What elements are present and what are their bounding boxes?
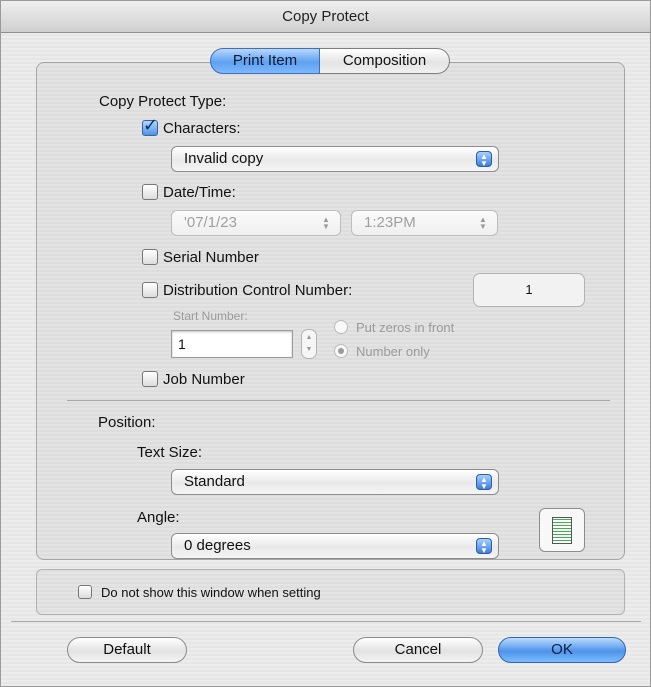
serial-number-label: Serial Number — [163, 249, 259, 266]
start-number-stepper[interactable]: ▲ ▼ — [301, 329, 317, 359]
characters-label: Characters: — [163, 120, 241, 137]
tab-print-item[interactable]: Print Item — [210, 48, 320, 74]
angle-label: Angle: — [137, 509, 180, 526]
job-number-label: Job Number — [163, 371, 245, 388]
ok-button[interactable]: OK — [498, 637, 626, 663]
put-zeros-radio[interactable] — [334, 320, 348, 334]
number-only-radio[interactable] — [334, 344, 348, 358]
copy-protect-window: Copy Protect Print Item Composition Copy… — [0, 0, 651, 687]
popup-arrows-icon: ▲ ▼ — [476, 151, 492, 168]
text-size-popup-value: Standard — [184, 473, 245, 490]
popup-arrows-icon: ▲ ▼ — [479, 215, 487, 231]
angle-popup[interactable]: 0 degrees ▲ ▼ — [171, 533, 499, 559]
copy-protect-type-heading: Copy Protect Type: — [99, 93, 227, 110]
default-button[interactable]: Default — [67, 637, 187, 663]
angle-popup-value: 0 degrees — [184, 537, 251, 554]
do-not-show-label: Do not show this window when setting — [101, 585, 321, 600]
tab-bar: Print Item Composition — [210, 48, 450, 74]
position-heading: Position: — [98, 414, 156, 431]
distribution-control-number-display: 1 — [473, 273, 585, 307]
window-title: Copy Protect — [1, 1, 650, 33]
popup-arrows-icon: ▲ ▼ — [322, 215, 330, 231]
footer-divider — [11, 621, 641, 622]
characters-checkbox[interactable]: ✓ — [142, 115, 158, 136]
do-not-show-checkbox[interactable] — [78, 585, 92, 599]
distribution-control-checkbox[interactable] — [142, 282, 158, 298]
date-time-label: Date/Time: — [163, 184, 236, 201]
job-number-checkbox[interactable] — [142, 371, 158, 387]
date-time-checkbox[interactable] — [142, 184, 158, 200]
serial-number-checkbox[interactable] — [142, 249, 158, 265]
tab-composition[interactable]: Composition — [320, 48, 450, 74]
popup-arrows-icon: ▲ ▼ — [476, 538, 492, 555]
characters-popup-value: Invalid copy — [184, 150, 264, 167]
page-preview-icon — [539, 508, 585, 552]
date-popup-value: '07/1/23 — [184, 214, 237, 231]
distribution-control-label: Distribution Control Number: — [163, 282, 353, 299]
number-only-label: Number only — [356, 344, 430, 359]
checkmark-icon: ✓ — [143, 115, 159, 135]
put-zeros-label: Put zeros in front — [356, 320, 455, 335]
text-size-label: Text Size: — [137, 444, 203, 461]
start-number-field[interactable]: 1 — [171, 330, 293, 358]
characters-popup[interactable]: Invalid copy ▲ ▼ — [171, 146, 499, 172]
date-popup[interactable]: '07/1/23 ▲ ▼ — [171, 210, 341, 236]
time-popup-value: 1:23PM — [364, 214, 416, 231]
section-divider — [67, 400, 610, 401]
text-size-popup[interactable]: Standard ▲ ▼ — [171, 469, 499, 495]
page-thumbnail — [552, 517, 572, 544]
popup-arrows-icon: ▲ ▼ — [476, 474, 492, 491]
cancel-button[interactable]: Cancel — [353, 637, 483, 663]
time-popup[interactable]: 1:23PM ▲ ▼ — [351, 210, 498, 236]
start-number-label: Start Number: — [173, 309, 248, 323]
radio-selected-dot — [338, 348, 344, 354]
